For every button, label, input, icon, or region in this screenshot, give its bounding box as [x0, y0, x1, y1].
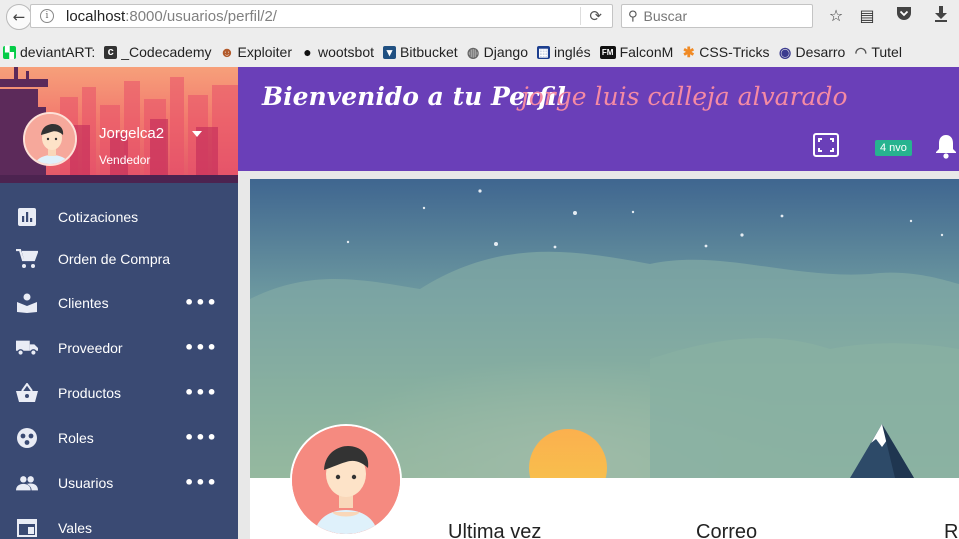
reload-icon[interactable]: ⟳ — [580, 7, 602, 25]
user-full-name: jorge luis calleja alvarado — [521, 82, 848, 111]
bitbucket-icon: ▾ — [383, 45, 397, 59]
bookmark-label: Django — [483, 44, 528, 60]
user-menu-caret-icon[interactable] — [192, 131, 202, 137]
sidebar-menu: Cotizaciones Orden de Compra Clientes ••• Pr… — [0, 195, 238, 539]
sidebar-item-roles[interactable]: Roles ••• — [0, 415, 238, 460]
more-options-icon[interactable]: ••• — [184, 338, 218, 357]
sidebar-username[interactable]: Jorgelca2 — [99, 125, 164, 142]
sidebar-item-cotizaciones[interactable]: Cotizaciones — [0, 195, 238, 238]
sidebar-item-vales[interactable]: Vales — [0, 505, 238, 539]
roles-icon — [16, 427, 38, 449]
basket-icon — [16, 382, 38, 404]
fullscreen-icon[interactable] — [813, 133, 839, 157]
role-label: R — [944, 521, 959, 539]
bookmark-label: deviantART: — [20, 44, 96, 60]
bookmark-item[interactable]: ▾ Bitbucket — [383, 44, 458, 60]
more-options-icon[interactable]: ••• — [184, 428, 218, 447]
email-label: Correo — [696, 521, 758, 539]
url-bar[interactable]: i localhost:8000/usuarios/perfil/2/ ⟳ — [30, 4, 613, 28]
profile-card: Ultima vez Correo R — [250, 179, 959, 539]
sidebar-item-usuarios[interactable]: Usuarios ••• — [0, 460, 238, 505]
github-icon: ● — [303, 44, 312, 60]
sidebar-item-label: Proveedor — [58, 339, 123, 356]
bookmark-item[interactable]: c _Codecademy — [104, 44, 212, 60]
top-header: Bienvenido a tu Perfil jorge luis callej… — [238, 67, 959, 171]
bookmark-item[interactable]: ▦ inglés — [537, 44, 591, 60]
sidebar: Jorgelca2 Vendedor Cotizaciones Orden de … — [0, 67, 238, 539]
download-icon[interactable] — [931, 6, 951, 26]
bar-chart-icon — [16, 206, 38, 228]
fm-icon: FM — [599, 45, 616, 59]
bookmark-item[interactable]: ● wootsbot — [301, 44, 374, 60]
bookmark-label: Desarro — [795, 44, 846, 60]
sidebar-item-label: Vales — [58, 519, 92, 536]
search-box[interactable]: ⚲ Buscar — [621, 4, 813, 28]
bookmark-label: Exploiter — [237, 44, 292, 60]
more-options-icon[interactable]: ••• — [184, 383, 218, 402]
exploiter-icon: ☻ — [219, 44, 235, 60]
url-path: :8000/usuarios/perfil/2/ — [125, 7, 277, 25]
bookmark-label: _Codecademy — [121, 44, 212, 60]
reader-icon — [16, 292, 38, 314]
bookmark-label: inglés — [554, 44, 591, 60]
star-icon[interactable]: ☆ — [826, 6, 846, 25]
bell-icon[interactable] — [935, 133, 957, 159]
deviantart-icon: ▚ — [3, 45, 16, 59]
sidebar-item-label: Productos — [58, 384, 122, 401]
globe-icon: ◍ — [467, 43, 480, 60]
bookmark-label: CSS-Tricks — [699, 44, 770, 60]
profile-avatar[interactable] — [290, 424, 402, 536]
sidebar-item-label: Cotizaciones — [58, 208, 139, 225]
sidebar-item-label: Usuarios — [58, 474, 114, 491]
pocket-icon[interactable] — [894, 6, 914, 25]
bookmark-item[interactable]: FM FalconM — [599, 44, 674, 60]
sidebar-item-label: Clientes — [58, 294, 109, 311]
info-icon[interactable]: i — [40, 9, 54, 23]
last-seen-label: Ultima vez — [448, 521, 542, 539]
mask-icon: ◠ — [854, 43, 867, 60]
search-icon: ⚲ — [628, 8, 638, 24]
url-text: localhost:8000/usuarios/perfil/2/ — [66, 8, 277, 25]
bookmarks-bar: ▚ deviantART: c _Codecademy ☻ Exploiter ● woots… — [0, 40, 959, 64]
sidebar-item-clientes[interactable]: Clientes ••• — [0, 280, 238, 325]
codecademy-icon: c — [104, 45, 118, 59]
sidebar-item-orden-de-compra[interactable]: Orden de Compra — [0, 238, 238, 280]
browser-chrome: ← i localhost:8000/usuarios/perfil/2/ ⟳ … — [0, 0, 959, 67]
bookmark-label: wootsbot — [317, 44, 375, 60]
url-host: localhost — [66, 7, 126, 25]
reading-list-icon[interactable]: ▤ — [857, 6, 877, 25]
sidebar-item-label: Orden de Compra — [58, 251, 171, 267]
bookmark-item[interactable]: ▚ deviantART: — [3, 44, 95, 60]
bookmark-item[interactable]: ◠ Tutel — [854, 43, 902, 61]
bookmark-item[interactable]: ◉ Desarro — [778, 43, 846, 61]
eye-icon: ◉ — [778, 43, 792, 60]
notification-badge[interactable]: 4 nvo — [875, 140, 912, 156]
search-placeholder: Buscar — [643, 8, 688, 24]
more-options-icon[interactable]: ••• — [184, 293, 218, 312]
more-options-icon[interactable]: ••• — [184, 473, 218, 492]
sidebar-item-label: Roles — [58, 429, 94, 446]
bookmark-item[interactable]: ◍ Django — [467, 43, 528, 61]
arrow-left-icon: ← — [12, 8, 26, 26]
back-button[interactable]: ← — [6, 4, 32, 30]
bookmark-label: FalconM — [619, 44, 674, 60]
flag-icon: ▦ — [537, 45, 550, 59]
bookmark-label: Tutel — [871, 44, 902, 60]
bookmark-label: Bitbucket — [400, 44, 458, 60]
sidebar-item-proveedor[interactable]: Proveedor ••• — [0, 325, 238, 370]
sidebar-avatar[interactable] — [23, 112, 77, 166]
cart-icon — [16, 248, 38, 270]
sidebar-user-panel: Jorgelca2 Vendedor — [0, 67, 238, 183]
bookmark-item[interactable]: ☻ Exploiter — [219, 44, 292, 60]
sidebar-role: Vendedor — [99, 153, 151, 167]
asterisk-icon: ✱ — [682, 43, 695, 60]
bookmark-item[interactable]: ✱ CSS-Tricks — [682, 43, 770, 61]
sidebar-item-productos[interactable]: Productos ••• — [0, 370, 238, 415]
people-icon — [16, 472, 38, 494]
main-content: Ultima vez Correo R — [238, 171, 959, 539]
window-icon — [16, 517, 38, 539]
truck-icon — [16, 337, 38, 359]
navigation-toolbar: ← i localhost:8000/usuarios/perfil/2/ ⟳ … — [0, 0, 959, 36]
